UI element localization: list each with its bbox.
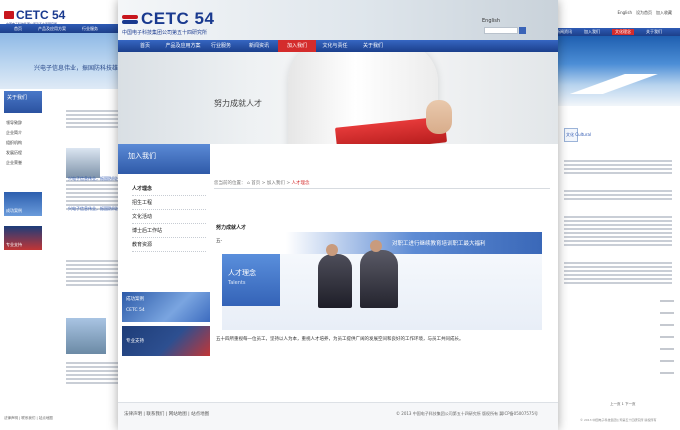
cetc-badge-icon: [4, 11, 14, 19]
right-culture-label: 文化 Cultural: [566, 132, 592, 137]
sidebar-item-talent-concept[interactable]: 人才理念: [132, 182, 206, 196]
right-nav-join[interactable]: 加入我们: [584, 29, 600, 35]
nav-products[interactable]: 产品及应用方案: [164, 40, 202, 52]
right-nav-culture[interactable]: 文化理念: [612, 29, 634, 35]
sidebar-head-label: 加入我们: [128, 152, 156, 160]
right-nav-about[interactable]: 关于我们: [646, 29, 662, 35]
left-side-item[interactable]: 领导致辞: [6, 120, 22, 126]
hand-shape: [426, 100, 452, 134]
building-image: [66, 318, 106, 354]
nav-join-us[interactable]: 加入我们: [278, 40, 316, 52]
breadcrumb: 您当前的位置： ⌂ 首页 > 加入我们 > 人才理念: [214, 180, 310, 186]
cetc-badge-icon: [122, 13, 138, 25]
left-side-head-label: 关于我们: [7, 95, 28, 101]
left-side-item[interactable]: 组织机构: [6, 140, 22, 146]
talent-english: Talents: [228, 280, 246, 286]
left-nav-home[interactable]: 首页: [14, 26, 22, 32]
logo-word: CETC 54: [16, 8, 66, 22]
left-side-item[interactable]: 企业荣誉: [6, 160, 22, 166]
left-nav-products[interactable]: 产品及应用方案: [38, 26, 66, 32]
main-banner: 努力成就人才: [118, 52, 558, 144]
nav-news[interactable]: 新闻资讯: [240, 40, 278, 52]
thumb-sublabel: CETC 54: [126, 308, 145, 313]
left-nav-services[interactable]: 行业服务: [82, 26, 98, 32]
article-paragraph-2: 五十四所重视每一位员工，坚持以人为本，重视人才培养，为员工提供广阔的发展空间和良…: [216, 337, 464, 342]
left-side-item[interactable]: 发展历程: [6, 150, 22, 156]
right-nav: 新闻资讯 加入我们 文化理念 关于我们: [540, 28, 680, 36]
footer-links[interactable]: 法律声明 | 联系我们 | 网站地图 | 站点地图: [124, 411, 209, 417]
right-text-block: [564, 160, 672, 176]
talent-title: 人才理念: [228, 269, 256, 277]
left-thumb-cases[interactable]: 成功案例: [4, 192, 42, 216]
right-text-block: [564, 262, 672, 286]
main-footer: 法律声明 | 联系我们 | 网站地图 | 站点地图 © 2013 中国电子科技集…: [118, 402, 558, 430]
handshake-image: [308, 240, 418, 308]
right-date-list: [660, 300, 674, 374]
support-thumb[interactable]: 专业支持: [122, 326, 210, 356]
right-nav-news[interactable]: 新闻资讯: [556, 29, 572, 35]
home-icon: ⌂: [246, 181, 250, 186]
main-page: CETC 54 中国电子科技集团公司第五十四研究所 English 首页 产品及…: [118, 0, 558, 430]
thumb-label: 专业支持: [126, 339, 144, 344]
breadcrumb-home[interactable]: 首页: [251, 181, 260, 186]
main-nav: 首页 产品及应用方案 行业服务 新闻资讯 加入我们 文化与责任 关于我们: [118, 40, 558, 52]
sidebar-item-education[interactable]: 教育资源: [132, 238, 206, 252]
right-text-block: [564, 216, 672, 248]
sidebar-item-postdoc[interactable]: 博士后工作站: [132, 224, 206, 238]
search-button[interactable]: [519, 27, 526, 34]
sidebar-list: 人才理念 招生工程 文化活动 博士后工作站 教育资源: [132, 182, 206, 252]
right-footer: © 2013 中国电子科技集团公司第五十四研究所 版权所有: [580, 418, 657, 422]
breadcrumb-join[interactable]: 加入我们: [267, 181, 285, 186]
left-footer: 法律声明 | 联系我们 | 站点地图: [4, 416, 53, 420]
left-side-item[interactable]: 企业简介: [6, 130, 22, 136]
left-thumb-label: 专业支持: [6, 242, 22, 247]
success-cases-thumb[interactable]: 成功案例 CETC 54: [122, 292, 210, 322]
talent-box: 人才理念 Talents: [222, 254, 280, 306]
left-thumb-support[interactable]: 专业支持: [4, 226, 42, 250]
footer-copyright: © 2013 中国电子科技集团公司第五十四研究所 版权所有 冀ICP备05007…: [396, 411, 539, 416]
nav-about[interactable]: 关于我们: [354, 40, 392, 52]
left-banner-slogan: 兴电子信息伟业，振国防科技雄风: [34, 65, 125, 72]
divider: [214, 188, 550, 189]
nav-culture[interactable]: 文化与责任: [316, 40, 354, 52]
logo-subtitle: 中国电子科技集团公司第五十四研究所: [122, 30, 208, 36]
thumb-label: 成功案例: [126, 297, 144, 302]
left-thumb-label: 成功案例: [6, 208, 22, 213]
main-header: CETC 54 中国电子科技集团公司第五十四研究所 English: [118, 0, 558, 40]
banner-slogan: 努力成就人才: [214, 99, 262, 108]
nav-home[interactable]: 首页: [126, 40, 164, 52]
nav-services[interactable]: 行业服务: [202, 40, 240, 52]
main-logo[interactable]: CETC 54: [122, 9, 214, 29]
talent-hero: 对职工进行继续教育培训职工最大福利 人才理念 Talents: [222, 232, 542, 330]
satellite-dish-image: [66, 148, 100, 178]
left-side-list: 领导致辞 企业简介 组织机构 发展历程 企业荣誉: [6, 120, 22, 166]
sidebar: 加入我们 人才理念 招生工程 文化活动 博士后工作站 教育资源 成功案例 CET…: [118, 144, 210, 394]
left-logo[interactable]: CETC 54 中国电子科技集团公司第五十四研究所: [4, 8, 66, 26]
hero-banner-text: 对职工进行继续教育培训职工最大福利: [392, 241, 486, 247]
right-text-block: [564, 190, 672, 202]
left-side-head: 关于我们: [4, 91, 42, 113]
article-title: 努力成就人才: [216, 225, 247, 231]
right-background-page: English 设为首页 加入收藏 新闻资讯 加入我们 文化理念 关于我们 文化…: [540, 0, 680, 430]
breadcrumb-prefix: 您当前的位置：: [214, 181, 246, 186]
sidebar-item-culture-activities[interactable]: 文化活动: [132, 210, 206, 224]
sidebar-head: 加入我们: [118, 144, 210, 174]
breadcrumb-current: 人才理念: [291, 181, 310, 186]
english-link[interactable]: English: [482, 18, 500, 24]
right-pager[interactable]: 上一页 1 下一页: [610, 402, 635, 407]
sidebar-item-recruit[interactable]: 招生工程: [132, 196, 206, 210]
right-mountain-banner: [540, 36, 680, 106]
search-input[interactable]: [484, 27, 518, 34]
snow-mountain-shape: [558, 74, 668, 94]
logo-word: CETC 54: [141, 9, 215, 28]
